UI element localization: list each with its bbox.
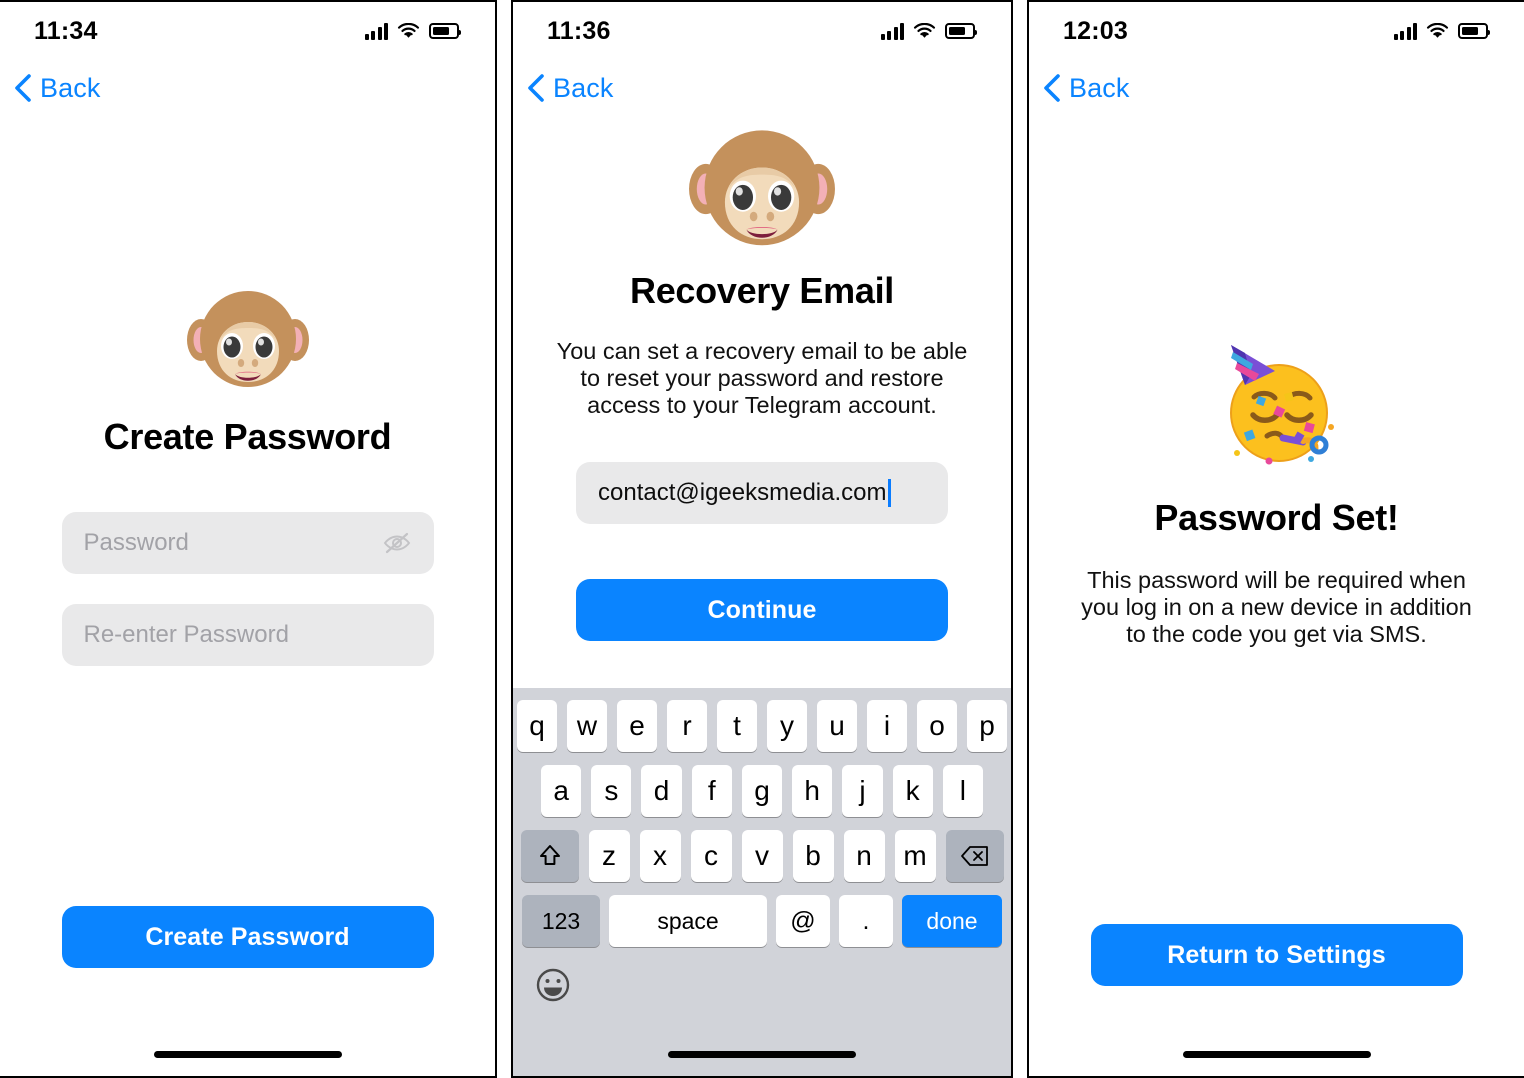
back-button[interactable]: Back — [513, 60, 1011, 116]
recovery-email-input[interactable]: contact@igeeksmedia.com — [576, 462, 948, 524]
key-r[interactable]: r — [667, 700, 707, 752]
password-placeholder: Password — [83, 529, 189, 556]
key-d[interactable]: d — [641, 765, 682, 817]
back-label: Back — [40, 72, 101, 103]
battery-icon — [945, 23, 977, 39]
monkey-face-emoji — [186, 291, 309, 387]
screenshot-board: 11:34 Back Create Password Password Re-e… — [0, 0, 1524, 1078]
chevron-left-icon — [15, 74, 31, 102]
keyboard-row-1: q w e r t y u i o p — [517, 700, 1007, 752]
key-c[interactable]: c — [690, 830, 732, 882]
key-x[interactable]: x — [639, 830, 681, 882]
on-screen-keyboard: q w e r t y u i o p a s d f g h j k l z … — [513, 688, 1011, 1076]
key-h[interactable]: h — [792, 765, 833, 817]
status-time: 11:34 — [34, 16, 98, 45]
page-description: You can set a recovery email to be able … — [556, 338, 968, 418]
partying-face-emoji — [1229, 345, 1334, 465]
phone-screen-create-password: 11:34 Back Create Password Password Re-e… — [0, 0, 497, 1078]
screen-content: Password Set! This password will be requ… — [1029, 116, 1524, 1076]
key-k[interactable]: k — [892, 765, 933, 817]
phone-screen-recovery-email: 11:36 Back Recovery Email You can set a … — [511, 0, 1013, 1078]
key-o[interactable]: o — [917, 700, 957, 752]
key-m[interactable]: m — [894, 830, 936, 882]
numeric-key[interactable]: 123 — [522, 895, 600, 947]
backspace-key[interactable] — [945, 830, 1004, 882]
status-indicators — [364, 22, 461, 40]
backspace-icon — [960, 846, 988, 866]
back-button[interactable]: Back — [1029, 60, 1524, 116]
home-indicator — [668, 1051, 856, 1058]
key-f[interactable]: f — [691, 765, 732, 817]
chevron-left-icon — [528, 74, 544, 102]
recovery-email-value: contact@igeeksmedia.com — [598, 479, 887, 506]
space-key[interactable]: space — [609, 895, 767, 947]
confirm-password-input[interactable]: Re-enter Password — [61, 604, 434, 666]
cellular-bars-icon — [364, 22, 388, 40]
status-time: 12:03 — [1063, 16, 1128, 45]
key-s[interactable]: s — [591, 765, 632, 817]
status-indicators — [1393, 22, 1490, 40]
page-title: Recovery Email — [630, 270, 894, 311]
done-key[interactable]: done — [902, 895, 1002, 947]
keyboard-row-2: a s d f g h j k l — [517, 765, 1007, 817]
status-time: 11:36 — [547, 16, 611, 45]
shift-icon — [539, 845, 560, 865]
key-y[interactable]: y — [767, 700, 807, 752]
page-title: Create Password — [103, 416, 392, 457]
key-b[interactable]: b — [792, 830, 834, 882]
password-input[interactable]: Password — [61, 512, 434, 574]
page-description: This password will be required when you … — [1081, 567, 1472, 647]
status-indicators — [880, 22, 977, 40]
cellular-bars-icon — [1393, 22, 1417, 40]
keyboard-row-3: z x c v b n m — [517, 830, 1007, 882]
battery-icon — [429, 23, 461, 39]
key-w[interactable]: w — [567, 700, 607, 752]
back-label: Back — [1069, 72, 1130, 103]
screen-content: Create Password Password Re-enter Passwo… — [0, 116, 495, 1076]
key-a[interactable]: a — [541, 765, 582, 817]
at-key[interactable]: @ — [776, 895, 830, 947]
keyboard-bottom-bar — [517, 957, 1007, 1013]
wifi-icon — [397, 22, 420, 38]
text-caret — [887, 479, 891, 507]
home-indicator — [1182, 1051, 1371, 1058]
wifi-icon — [913, 22, 936, 38]
key-v[interactable]: v — [741, 830, 783, 882]
key-p[interactable]: p — [967, 700, 1007, 752]
period-key[interactable]: . — [839, 895, 893, 947]
key-z[interactable]: z — [588, 830, 630, 882]
key-l[interactable]: l — [942, 765, 983, 817]
create-password-button[interactable]: Create Password — [61, 906, 434, 968]
return-to-settings-button[interactable]: Return to Settings — [1090, 924, 1463, 986]
page-title: Password Set! — [1154, 497, 1399, 538]
key-g[interactable]: g — [741, 765, 783, 817]
back-label: Back — [553, 72, 614, 103]
continue-button[interactable]: Continue — [576, 579, 948, 641]
battery-icon — [1458, 23, 1490, 39]
key-j[interactable]: j — [842, 765, 883, 817]
key-e[interactable]: e — [617, 700, 657, 752]
wifi-icon — [1426, 22, 1449, 38]
status-bar: 12:03 — [1029, 2, 1524, 60]
key-u[interactable]: u — [817, 700, 857, 752]
eye-off-icon[interactable] — [382, 531, 412, 555]
key-i[interactable]: i — [867, 700, 907, 752]
back-button[interactable]: Back — [0, 60, 495, 116]
phone-screen-password-set: 12:03 Back Password Set! This password w… — [1027, 0, 1524, 1078]
cellular-bars-icon — [880, 22, 904, 40]
status-bar: 11:34 — [0, 2, 495, 60]
emoji-smiley-icon[interactable] — [535, 967, 571, 1003]
key-t[interactable]: t — [717, 700, 757, 752]
monkey-face-emoji — [689, 130, 835, 246]
confirm-password-placeholder: Re-enter Password — [83, 621, 289, 648]
key-n[interactable]: n — [843, 830, 885, 882]
chevron-left-icon — [1044, 74, 1060, 102]
home-indicator — [153, 1051, 342, 1058]
shift-key[interactable] — [520, 830, 579, 882]
status-bar: 11:36 — [513, 2, 1011, 60]
keyboard-row-4: 123 space @ . done — [517, 895, 1007, 947]
key-q[interactable]: q — [517, 700, 557, 752]
